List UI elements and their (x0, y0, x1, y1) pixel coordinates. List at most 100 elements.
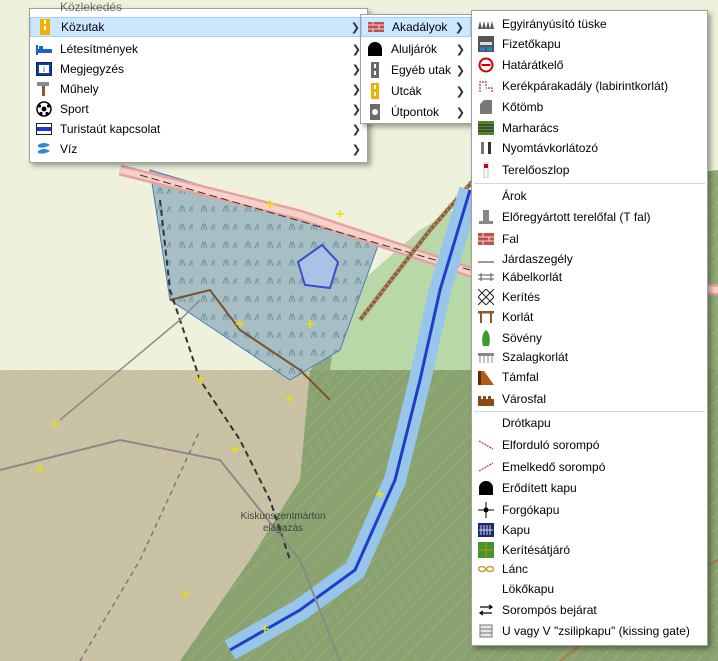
chevron-right-icon: ❯ (351, 143, 361, 156)
tunnel-icon (367, 41, 383, 57)
menu-item-t-fal[interactable]: Előregyártott terelőfal (T fal) (472, 207, 707, 227)
menu-item-label: Fizetőkapu (502, 37, 561, 51)
menu-item-kotomb[interactable]: Kőtömb (472, 97, 707, 117)
menu-item-label: Lökőkapu (502, 582, 555, 596)
menu-item-drotkapu[interactable]: Drótkapu (472, 413, 707, 433)
menu-item-label: Létesítmények (60, 42, 139, 56)
menu-item-label: Emelkedő sorompó (502, 460, 606, 474)
bed-icon (36, 41, 52, 57)
menu-item-label: Sport (60, 102, 89, 116)
car-icon (36, 0, 52, 15)
menu-item-label: Megjegyzés (60, 62, 125, 76)
chevron-right-icon: ❯ (455, 106, 465, 119)
menu-item-label: Kőtömb (502, 100, 544, 114)
waypoint-icon (367, 104, 383, 120)
menu-item-tereloszlop[interactable]: Terelőoszlop (472, 160, 707, 180)
menu-item-label: Utcák (391, 84, 422, 98)
menu-item-sport[interactable]: Sport ❯ (30, 99, 367, 119)
menu-item-utpontok[interactable]: Útpontok ❯ (361, 102, 471, 122)
menu-item-kissing-gate[interactable]: U vagy V "zsilipkapu" (kissing gate) (472, 621, 707, 641)
menu-item-fizetokapu[interactable]: Fizetőkapu (472, 34, 707, 54)
menu-item-aluljarok[interactable]: Aluljárók ❯ (361, 39, 471, 59)
menu-item-forgokapu[interactable]: Forgókapu (472, 500, 707, 520)
trail-icon (36, 121, 52, 137)
menu-item-nyomtavkorlatozo[interactable]: Nyomtávkorlátozó (472, 138, 707, 158)
menu-item-label: Határátkelő (502, 58, 564, 72)
menu-item-keritesatjaro[interactable]: Kerítésátjáró (472, 540, 707, 560)
svg-text:i: i (43, 65, 45, 74)
menu-separator (474, 411, 705, 412)
menu-item-kerekparakadaly[interactable]: Kerékpárakadály (labirintkorlát) (472, 76, 707, 96)
menu-item-lokokapu[interactable]: Lökőkapu (472, 579, 707, 599)
menu-item-label: Víz (60, 142, 78, 156)
t-wall-icon (478, 209, 494, 225)
menu-item-kerites[interactable]: Kerítés (472, 287, 707, 307)
menu-item-lanc[interactable]: Lánc (472, 559, 707, 579)
barrier-icon (368, 19, 384, 35)
block-icon (478, 99, 494, 115)
menu-item-kozlekedes-partial[interactable]: Közlekedés (30, 0, 367, 17)
kissing-gate-icon (478, 623, 494, 639)
menu-item-label: Szalagkorlát (502, 350, 569, 364)
menu-item-kozutak[interactable]: Közutak ❯ (30, 17, 367, 37)
menu-item-label: Korlát (502, 310, 534, 324)
menu-item-viz[interactable]: Víz ❯ (30, 139, 367, 159)
menu-item-hatarkelo[interactable]: Határátkelő (472, 55, 707, 75)
spikes-icon (478, 16, 494, 32)
menu-item-egyiranyusito-tuske[interactable]: Egyirányúsító tüske (472, 14, 707, 34)
menu-item-label: Közlekedés (60, 0, 123, 14)
menu-item-label: Kapu (502, 523, 531, 537)
hammer-icon (36, 81, 52, 97)
menu-item-arok[interactable]: Árok (472, 186, 707, 206)
rail-barrier-icon (478, 349, 494, 365)
menu-item-label: Fal (502, 232, 519, 246)
menu-item-varosfal[interactable]: Városfal (472, 389, 707, 409)
menu-item-kabelkorlat[interactable]: Kábelkorlát (472, 267, 707, 287)
menu-item-marharacs[interactable]: Marharács (472, 118, 707, 138)
menu-item-akadalyok[interactable]: Akadályok ❯ (361, 17, 471, 37)
menu-item-turistaut[interactable]: Turistaút kapcsolat ❯ (30, 119, 367, 139)
menu-item-soveny[interactable]: Sövény (472, 328, 707, 348)
menu-item-letesitmenyek[interactable]: Létesítmények ❯ (30, 39, 367, 59)
menu-item-label: Egyirányúsító tüske (502, 17, 607, 31)
chevron-right-icon: ❯ (455, 85, 465, 98)
wall-icon (478, 231, 494, 247)
chevron-right-icon: ❯ (351, 123, 361, 136)
menu-item-szalagkorlat[interactable]: Szalagkorlát (472, 347, 707, 367)
menu-item-label: Turistaút kapcsolat (60, 122, 161, 136)
cycle-barrier-icon (478, 78, 494, 94)
menu-item-tamfal[interactable]: Támfal (472, 367, 707, 387)
menu-item-megjegyzes[interactable]: i Megjegyzés ❯ (30, 59, 367, 79)
menu-item-label: Elforduló sorompó (502, 438, 600, 452)
menu-item-kapu[interactable]: Kapu (472, 520, 707, 540)
menu-item-sorompos-bejarat[interactable]: Sorompós bejárat (472, 600, 707, 620)
toll-booth-icon (478, 36, 494, 52)
menu-item-fal[interactable]: Fal (472, 229, 707, 249)
menu-item-korlat[interactable]: Korlát (472, 307, 707, 327)
menu-item-label: Drótkapu (502, 416, 551, 430)
road-icon (37, 19, 53, 35)
turnstile-icon (478, 502, 494, 518)
wire-gate-icon (478, 415, 494, 431)
guard-rail-icon (478, 309, 494, 325)
menu-item-utcak[interactable]: Utcák ❯ (361, 81, 471, 101)
stile-icon (478, 542, 494, 558)
menu-item-muhely[interactable]: Műhely ❯ (30, 79, 367, 99)
menu-item-egyeb-utak[interactable]: Egyéb utak ❯ (361, 60, 471, 80)
menu-item-jardaszegely[interactable]: Járdaszegély (472, 249, 707, 269)
menu-item-emelkedo-sorompo[interactable]: Emelkedő sorompó (472, 457, 707, 477)
menu-item-label: Útpontok (391, 105, 440, 119)
menu-item-label: Nyomtávkorlátozó (502, 141, 599, 155)
fortified-gate-icon (478, 480, 494, 496)
kerb-icon (478, 251, 494, 267)
menu-item-elfordulo-sorompo[interactable]: Elforduló sorompó (472, 435, 707, 455)
ditch-icon (478, 188, 494, 204)
menu-separator (474, 183, 705, 184)
menu-item-erodetett-kapu[interactable]: Erődített kapu (472, 478, 707, 498)
post-icon (478, 162, 494, 178)
retaining-wall-icon (478, 369, 494, 385)
menu-level-2: Akadályok ❯ Aluljárók ❯ Egyéb utak ❯ Utc… (360, 14, 472, 124)
menu-level-1: Közlekedés Közutak ❯ Létesítmények ❯ i M… (29, 0, 368, 163)
menu-item-label: Akadályok (392, 20, 448, 34)
note-icon: i (36, 61, 52, 77)
